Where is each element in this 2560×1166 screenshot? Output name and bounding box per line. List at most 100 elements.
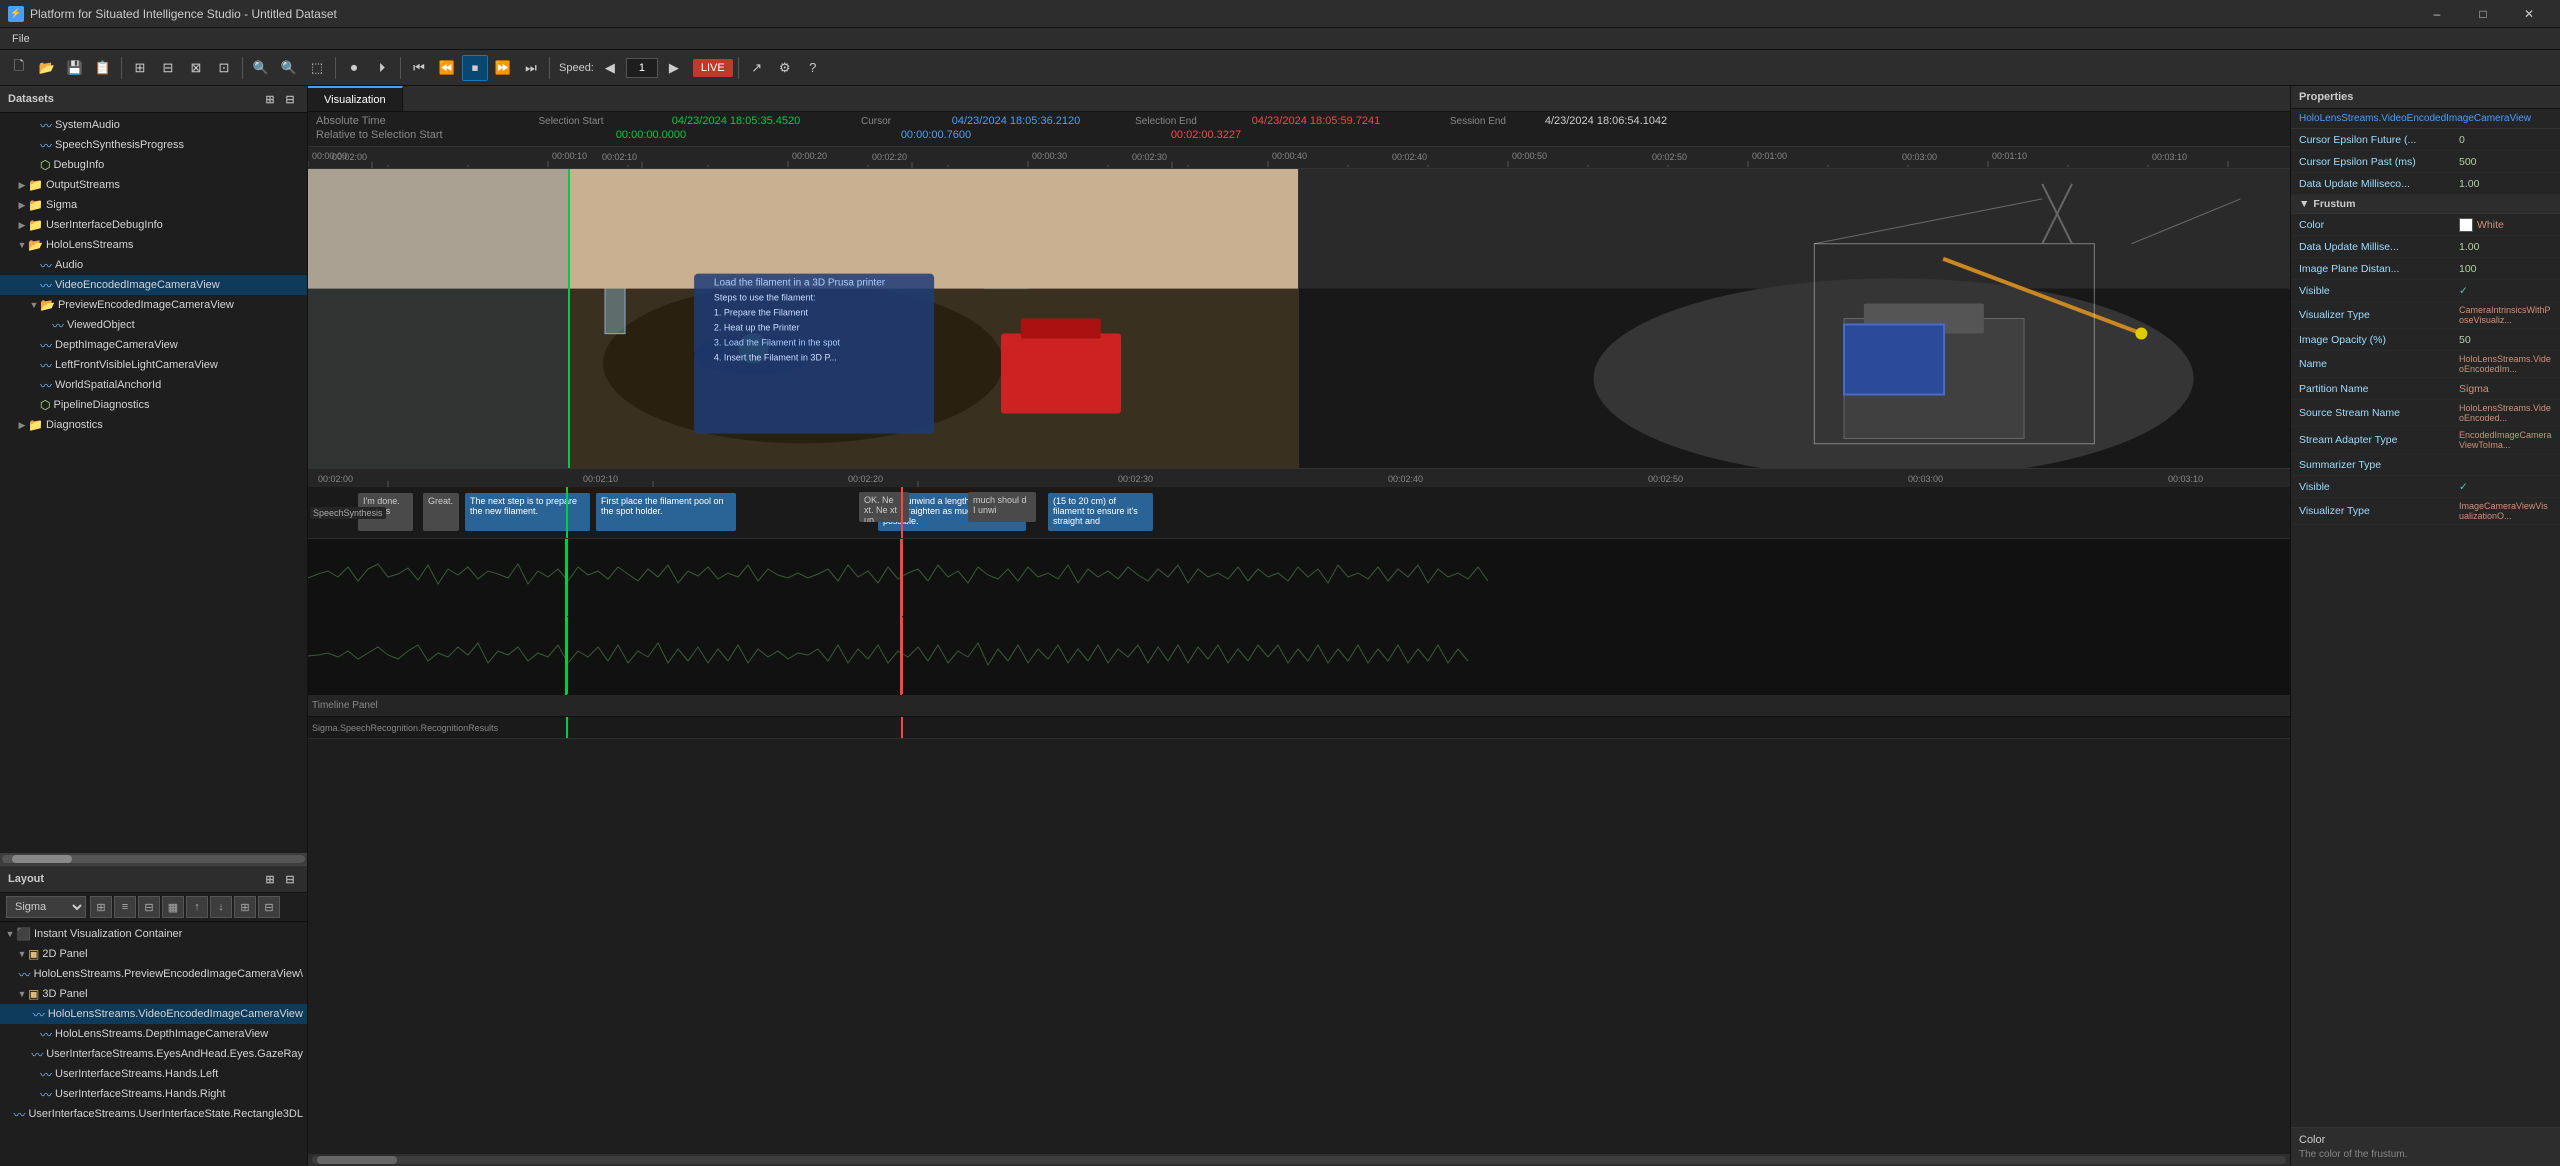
record-button[interactable]: ⏺ (341, 55, 367, 81)
layout-tile-btn[interactable]: ▦ (162, 896, 184, 918)
layout-list-btn[interactable]: ≡ (114, 896, 136, 918)
tree-item-holoLensStreams[interactable]: ▼ 📂 HoloLensStreams (0, 235, 307, 255)
prop-data-update-ms[interactable]: Data Update Milliseco... 1.00 (2291, 173, 2560, 195)
tree-item-videoEncodedImageCameraView[interactable]: 〰 VideoEncodedImageCameraView (0, 275, 307, 295)
layout-item-gaze-ray[interactable]: 〰 UserInterfaceStreams.EyesAndHead.Eyes.… (0, 1044, 307, 1064)
tree-item-leftFrontVisibleLightCameraView[interactable]: 〰 LeftFrontVisibleLightCameraView (0, 355, 307, 375)
prop-cursor-epsilon-past[interactable]: Cursor Epsilon Past (ms) 500 (2291, 151, 2560, 173)
layout-item-preview-camera[interactable]: 〰 HoloLensStreams.PreviewEncodedImageCam… (0, 964, 307, 984)
prop-image-opacity[interactable]: Image Opacity (%) 50 (2291, 329, 2560, 351)
layout-item-2d-panel[interactable]: ▼ ▣ 2D Panel (0, 944, 307, 964)
footer-desc: The color of the frustum. (2299, 1149, 2552, 1160)
prop-visualizer-type[interactable]: Visualizer Type ImageCameraViewVisualiza… (2291, 498, 2560, 525)
tree-item-diagnostics[interactable]: ▶ 📁 Diagnostics (0, 415, 307, 435)
prop-partition-name[interactable]: Partition Name Sigma (2291, 378, 2560, 400)
close-button[interactable]: ✕ (2506, 0, 2552, 28)
tree-item-systemAudio[interactable]: 〰 SystemAudio (0, 115, 307, 135)
tab-visualization[interactable]: Visualization (308, 86, 403, 111)
layout-item-3d-panel[interactable]: ▼ ▣ 3D Panel (0, 984, 307, 1004)
tree-item-outputStreams[interactable]: ▶ 📁 OutputStreams (0, 175, 307, 195)
datasets-scrollbar[interactable] (0, 853, 307, 865)
help-btn[interactable]: ? (800, 55, 826, 81)
right-panel: Properties HoloLensStreams.VideoEncodedI… (2290, 86, 2560, 1166)
tree-item-speechSynthesisProgress[interactable]: 〰 SpeechSynthesisProgress (0, 135, 307, 155)
tree-item-previewEncodedImageCameraView[interactable]: ▼ 📂 PreviewEncodedImageCameraView (0, 295, 307, 315)
minimize-button[interactable]: – (2414, 0, 2460, 28)
layout-grid-btn[interactable]: ⊞ (90, 896, 112, 918)
tree-item-pipelineDiagnostics[interactable]: ⬡ PipelineDiagnostics (0, 395, 307, 415)
svg-text:2. Heat up the Printer: 2. Heat up the Printer (714, 322, 800, 332)
tree-item-worldSpatialAnchorId[interactable]: 〰 WorldSpatialAnchorId (0, 375, 307, 395)
layout-item-video-encoded[interactable]: 〰 HoloLensStreams.VideoEncodedImageCamer… (0, 1004, 307, 1024)
layout-split-btn[interactable]: ⊟ (138, 896, 160, 918)
zoom-fit-button[interactable]: ⬚ (304, 55, 330, 81)
layout-btn4[interactable]: ⊡ (211, 55, 237, 81)
cursor-btn[interactable]: ↗ (744, 55, 770, 81)
speed-input[interactable] (626, 58, 658, 78)
speech-chip-great[interactable]: Great. (423, 493, 459, 531)
tree-item-userInterfaceDebugInfo[interactable]: ▶ 📁 UserInterfaceDebugInfo (0, 215, 307, 235)
menu-file[interactable]: File (4, 31, 38, 47)
layout-item-ui-state[interactable]: 〰 UserInterfaceStreams.UserInterfaceStat… (0, 1104, 307, 1124)
layout-collapse2-btn[interactable]: ⊟ (258, 896, 280, 918)
prop-section-frustum[interactable]: ▼ Frustum (2291, 195, 2560, 214)
go-end-button[interactable]: ⏭ (518, 55, 544, 81)
speed-dec-button[interactable]: ◀ (597, 55, 623, 81)
horizontal-scrollbar[interactable] (308, 1154, 2290, 1166)
prop-color[interactable]: Color White (2291, 214, 2560, 236)
prop-cursor-epsilon-future[interactable]: Cursor Epsilon Future (... 0 (2291, 129, 2560, 151)
layout-btn2[interactable]: ⊟ (155, 55, 181, 81)
layout-btn1[interactable]: ⊞ (127, 55, 153, 81)
selection-start-line-audio1 (566, 539, 568, 616)
layout-expand-btn[interactable]: ⊞ (261, 870, 279, 888)
speech-chip-nextstep[interactable]: The next step is to prepare the new fila… (465, 493, 590, 531)
prop-visualizer-type-frustum[interactable]: Visualizer Type CameraIntrinsicsWithPose… (2291, 302, 2560, 329)
prop-stream-adapter-type[interactable]: Stream Adapter Type EncodedImageCameraVi… (2291, 427, 2560, 454)
layout-btn3[interactable]: ⊠ (183, 55, 209, 81)
speed-inc-button[interactable]: ▶ (661, 55, 687, 81)
layout-item-hands-right[interactable]: 〰 UserInterfaceStreams.Hands.Right (0, 1084, 307, 1104)
scrollbar-thumb-h[interactable] (317, 1156, 397, 1164)
stream-icon: 〰 (40, 257, 52, 274)
play-button[interactable]: ⏵ (369, 55, 395, 81)
tree-item-depthImageCameraView[interactable]: 〰 DepthImageCameraView (0, 335, 307, 355)
zoom-out-button[interactable]: 🔍 (276, 55, 302, 81)
prop-visible-frustum[interactable]: Visible ✓ (2291, 280, 2560, 302)
prop-visible[interactable]: Visible ✓ (2291, 476, 2560, 498)
tree-item-debugInfo[interactable]: ⬡ DebugInfo (0, 155, 307, 175)
stop-button[interactable]: ⏹ (462, 55, 488, 81)
prop-data-update-ms2[interactable]: Data Update Millise... 1.00 (2291, 236, 2560, 258)
layout-item-instant-viz[interactable]: ▼ ⬛ Instant Visualization Container (0, 924, 307, 944)
speech-chip-much[interactable]: much shoul d I unwi (968, 492, 1036, 522)
settings-btn[interactable]: ⚙ (772, 55, 798, 81)
prop-name[interactable]: Name HoloLensStreams.VideoEncodedIm... (2291, 351, 2560, 378)
layout-select[interactable]: Sigma (6, 896, 86, 918)
tree-item-sigma[interactable]: ▶ 📁 Sigma (0, 195, 307, 215)
speech-chip-15to20[interactable]: (15 to 20 cm) of filament to ensure it's… (1048, 493, 1153, 531)
save-as-button[interactable]: 📋 (90, 55, 116, 81)
datasets-expand-btn[interactable]: ⊞ (261, 90, 279, 108)
prop-summarizer-type[interactable]: Summarizer Type (2291, 454, 2560, 476)
layout-collapse-btn[interactable]: ⊟ (281, 870, 299, 888)
layout-up-btn[interactable]: ↑ (186, 896, 208, 918)
datasets-collapse-btn[interactable]: ⊟ (281, 90, 299, 108)
live-button[interactable]: LIVE (693, 59, 733, 77)
layout-item-depth-image[interactable]: 〰 HoloLensStreams.DepthImageCameraView (0, 1024, 307, 1044)
prop-image-plane-dist[interactable]: Image Plane Distan... 100 (2291, 258, 2560, 280)
speech-chip-place[interactable]: First place the filament pool on the spo… (596, 493, 736, 531)
tree-item-audio[interactable]: 〰 Audio (0, 255, 307, 275)
layout-down-btn[interactable]: ↓ (210, 896, 232, 918)
cursor-rel-val: 00:00:00.7600 (816, 129, 1056, 141)
open-button[interactable]: 📂 (34, 55, 60, 81)
layout-item-hands-left[interactable]: 〰 UserInterfaceStreams.Hands.Left (0, 1064, 307, 1084)
tree-item-viewedObject[interactable]: 〰 ViewedObject (0, 315, 307, 335)
prop-source-stream-name[interactable]: Source Stream Name HoloLensStreams.Video… (2291, 400, 2560, 427)
layout-expand2-btn[interactable]: ⊞ (234, 896, 256, 918)
save-button[interactable]: 💾 (62, 55, 88, 81)
zoom-in-button[interactable]: 🔍 (248, 55, 274, 81)
go-start-button[interactable]: ⏮ (406, 55, 432, 81)
new-button[interactable]: 🗋 (6, 55, 32, 81)
step-fwd-button[interactable]: ⏩ (490, 55, 516, 81)
step-back-button[interactable]: ⏪ (434, 55, 460, 81)
maximize-button[interactable]: □ (2460, 0, 2506, 28)
